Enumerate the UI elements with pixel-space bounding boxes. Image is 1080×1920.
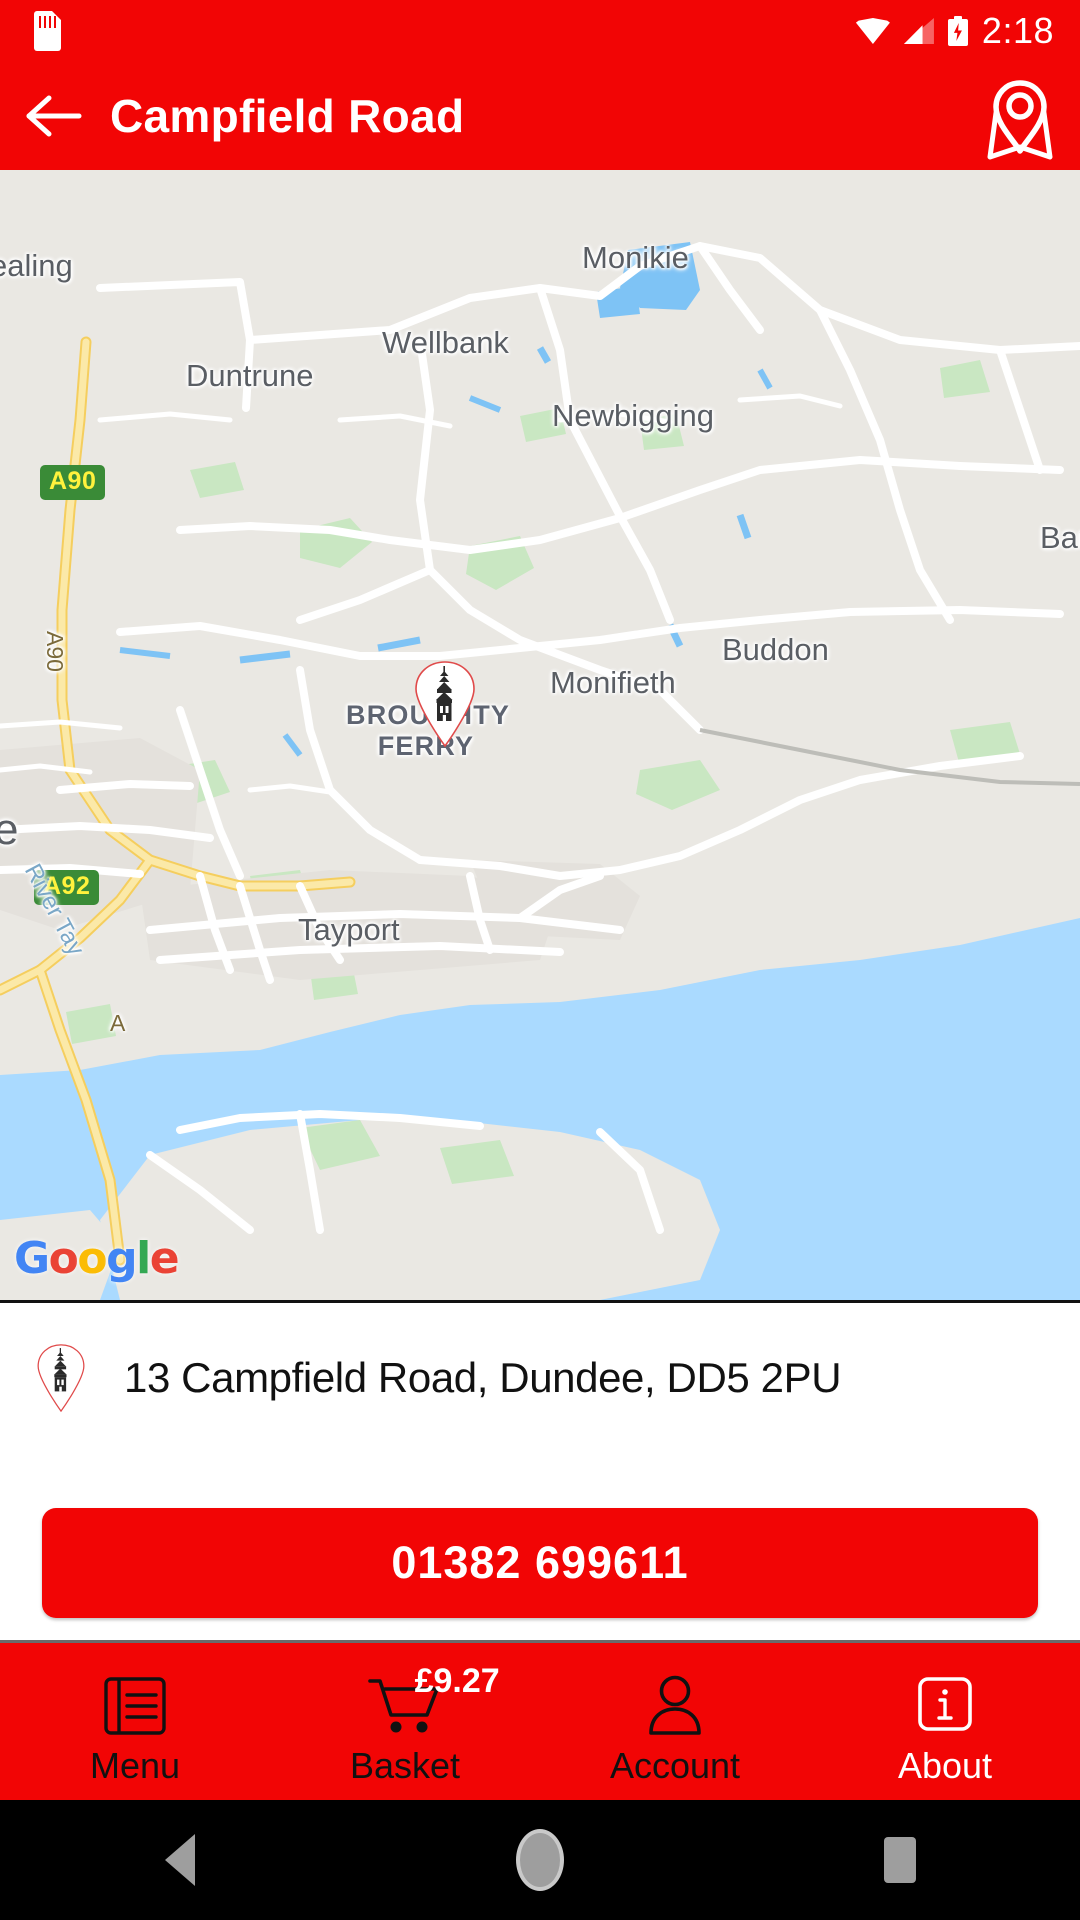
back-button[interactable] xyxy=(0,62,110,170)
android-home-button[interactable] xyxy=(360,1829,720,1891)
basket-total-badge: £9.27 xyxy=(414,1662,500,1700)
nav-item-about[interactable]: About xyxy=(810,1643,1080,1803)
road-shield-a92: A92 xyxy=(34,870,100,905)
map-view[interactable]: ealing Monikie Wellbank Duntrune Newbigg… xyxy=(0,170,1080,1300)
page-title: Campfield Road xyxy=(110,90,465,142)
nav-label-basket: Basket xyxy=(349,1745,461,1786)
nav-label-about: About xyxy=(897,1745,993,1786)
address-text: 13 Campfield Road, Dundee, DD5 2PU xyxy=(124,1354,842,1401)
person-icon xyxy=(649,1675,701,1735)
status-bar-left xyxy=(0,11,856,51)
location-info-panel: 13 Campfield Road, Dundee, DD5 2PU 01382… xyxy=(0,1300,1080,1643)
cellular-signal-icon xyxy=(903,18,934,44)
address-pin-wrap xyxy=(26,1342,96,1414)
android-back-button[interactable] xyxy=(0,1834,360,1886)
nav-label-menu: Menu xyxy=(89,1745,181,1786)
church-tower-pin-marker xyxy=(415,661,475,748)
nav-label-account: Account xyxy=(609,1745,741,1786)
map-tiles xyxy=(0,170,1080,1300)
android-navigation-bar xyxy=(0,1800,1080,1920)
map-view-button[interactable] xyxy=(960,62,1080,170)
home-circle-icon xyxy=(516,1829,564,1891)
map-pin-icon xyxy=(987,80,1053,160)
bottom-navigation: Menu £9.27 Basket Account About xyxy=(0,1640,1080,1803)
status-bar-right: 2:18 xyxy=(855,10,1080,51)
road-shield-a90: A90 xyxy=(40,465,106,500)
info-square-icon-wrap xyxy=(912,1665,978,1739)
android-recents-button[interactable] xyxy=(720,1837,1080,1883)
info-square-icon xyxy=(918,1677,972,1731)
menu-book-icon-wrap xyxy=(102,1665,168,1739)
app-screen: 2:18 Campfield Road aling Monikie Wellba… xyxy=(0,0,1080,1920)
shopping-cart-icon-wrap: £9.27 xyxy=(365,1662,500,1739)
nav-item-account[interactable]: Account xyxy=(540,1643,810,1803)
sd-card-icon xyxy=(34,11,61,51)
nav-item-basket[interactable]: £9.27 Basket xyxy=(270,1643,540,1803)
status-bar: 2:18 xyxy=(0,0,1080,62)
battery-charging-icon xyxy=(947,16,968,46)
back-triangle-icon xyxy=(165,1834,195,1886)
status-bar-clock: 2:18 xyxy=(981,10,1054,51)
call-phone-button[interactable]: 01382 699611 xyxy=(42,1508,1038,1618)
app-bar: Campfield Road xyxy=(0,62,1080,170)
arrow-left-icon xyxy=(26,95,82,137)
google-logo: Google xyxy=(14,1233,180,1284)
nav-item-menu[interactable]: Menu xyxy=(0,1643,270,1803)
menu-book-icon xyxy=(104,1677,166,1735)
church-tower-pin-icon xyxy=(37,1344,85,1413)
location-marker[interactable] xyxy=(412,660,478,748)
wifi-icon xyxy=(855,18,890,44)
address-row: 13 Campfield Road, Dundee, DD5 2PU xyxy=(0,1303,1080,1453)
recents-square-icon xyxy=(884,1837,916,1883)
person-icon-wrap xyxy=(642,1665,708,1739)
